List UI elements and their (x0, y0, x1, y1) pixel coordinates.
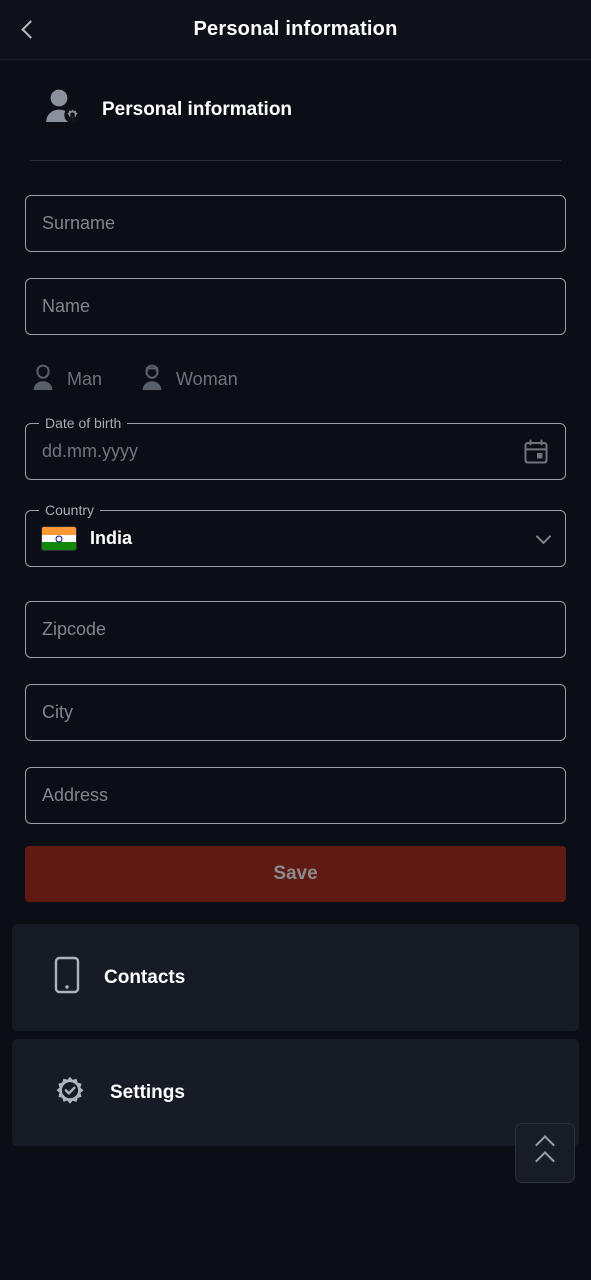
country-value: India (90, 528, 133, 548)
chevron-down-icon[interactable] (535, 528, 552, 544)
name-input[interactable]: Name (25, 278, 566, 335)
address-input[interactable]: Address (25, 767, 566, 824)
surname-placeholder: Surname (42, 213, 116, 233)
date-of-birth-input[interactable]: Date of birth dd.mm.yyyy (25, 415, 566, 480)
country-select[interactable]: Country India (25, 502, 566, 567)
india-flag-icon (42, 527, 76, 550)
save-button[interactable]: Save (25, 846, 566, 902)
personal-information-form: Surname Name Man Woman Date of birth dd.… (0, 161, 591, 902)
date-of-birth-label: Date of birth (39, 415, 128, 431)
man-icon (31, 364, 55, 395)
zipcode-placeholder: Zipcode (42, 619, 107, 639)
smartphone-icon (52, 956, 82, 999)
page-title: Personal information (193, 18, 398, 40)
menu-label-contacts: Contacts (104, 966, 186, 988)
section-title: Personal information (102, 98, 293, 120)
city-input[interactable]: City (25, 684, 566, 741)
gear-check-icon (52, 1072, 88, 1113)
personal-information-screen: Personal information Personal informatio… (0, 0, 591, 1280)
woman-icon (140, 364, 164, 395)
back-button[interactable] (0, 0, 56, 60)
date-of-birth-placeholder: dd.mm.yyyy (42, 441, 139, 461)
scroll-to-top-button[interactable] (515, 1123, 575, 1183)
zipcode-input[interactable]: Zipcode (25, 601, 566, 658)
gender-label-man: Man (67, 368, 103, 389)
surname-input[interactable]: Surname (25, 195, 566, 252)
user-settings-icon (44, 88, 84, 131)
address-placeholder: Address (42, 785, 109, 805)
menu-item-contacts[interactable]: Contacts (12, 924, 579, 1031)
menu-item-settings[interactable]: Settings (12, 1039, 579, 1146)
name-placeholder: Name (42, 296, 91, 316)
app-bar: Personal information (0, 0, 591, 60)
double-chevron-up-icon (535, 1135, 555, 1171)
gender-label-woman: Woman (176, 368, 238, 389)
menu-card-list: Contacts Settings (0, 924, 591, 1146)
gender-option-man[interactable]: Man (31, 364, 102, 395)
menu-label-settings: Settings (110, 1081, 185, 1103)
chevron-left-icon (21, 20, 40, 39)
country-label: Country (39, 502, 101, 518)
calendar-icon[interactable] (523, 439, 549, 465)
section-header: Personal information (0, 60, 591, 131)
gender-selector: Man Woman (25, 357, 566, 401)
gender-option-woman[interactable]: Woman (140, 364, 238, 395)
city-placeholder: City (42, 702, 73, 722)
